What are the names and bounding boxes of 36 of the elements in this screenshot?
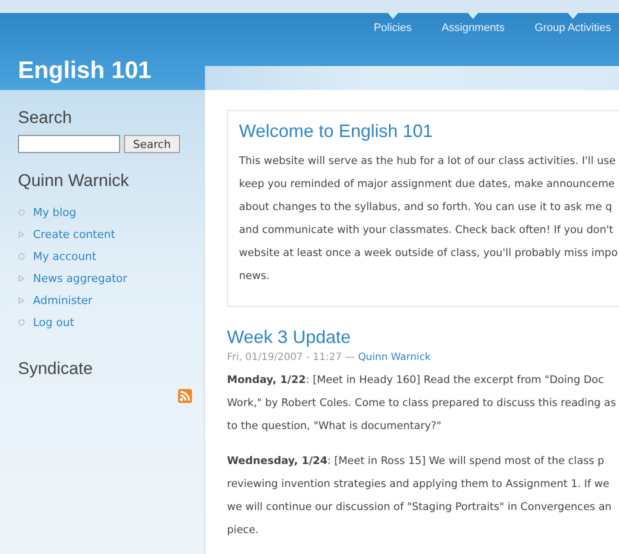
text-line: piece. — [227, 523, 260, 538]
caret-icon — [568, 13, 578, 20]
text-line: keep you reminded of major assignment due dates, make announceme — [239, 177, 616, 192]
nav-link[interactable]: Policies — [374, 13, 412, 36]
text-line: reviewing invention strategies and applying them to Assignment 1. If we — [227, 477, 610, 492]
text-line: and communicate with your classmates. Check back often! If you don't — [239, 223, 614, 238]
block-heading: Quinn Warnick — [18, 171, 130, 191]
menu-link[interactable]: News aggregator — [33, 272, 128, 284]
text-line: about changes to the syllabus, and so forth. You can use it to ask me q — [239, 200, 613, 215]
welcome-title: Welcome to English 101 — [239, 121, 434, 142]
caret-icon — [388, 13, 398, 20]
text-line: to the question, "What is documentary?" — [227, 419, 442, 434]
text-line: website at least once a week outside of class, you'll probably miss impo — [239, 246, 619, 261]
block-heading: Syndicate — [18, 359, 94, 379]
rss-feed-icon[interactable] — [178, 389, 192, 403]
block-heading: Search — [18, 108, 73, 128]
text-line: Work," by Robert Coles. Come to class prepared to discuss this reading as — [227, 396, 617, 411]
site-title: English 101 — [18, 57, 152, 86]
menu-link[interactable]: Create content — [33, 228, 116, 240]
caret-icon — [468, 13, 478, 20]
author-link[interactable]: Quinn Warnick — [358, 352, 431, 363]
text-line: Wednesday, 1/24: [Meet in Ross 15] We will spend most of the class p — [227, 454, 606, 469]
text-line: news. — [239, 269, 271, 284]
nav-link[interactable]: Group Activities — [534, 13, 611, 36]
text-line: This website will serve as the hub for a lot of our class activities. I'll use — [239, 154, 617, 169]
text-line: we will continue our discussion of "Staging Portraits" in Convergences an — [227, 500, 613, 515]
post-date: Fri, 01/19/2007 - 11:27 — — [227, 352, 355, 363]
menu-link[interactable]: My blog — [33, 206, 76, 218]
menu-link[interactable]: My account — [33, 250, 96, 262]
post-title[interactable]: Week 3 Update — [227, 327, 619, 348]
menu-link[interactable]: Log out — [33, 316, 74, 328]
text-line: Monday, 1/22: [Meet in Heady 160] Read the excerpt from "Doing Doc — [227, 373, 605, 388]
search-button[interactable]: Search — [124, 135, 180, 153]
nav-link[interactable]: Assignments — [442, 13, 505, 36]
search-field[interactable] — [18, 135, 120, 153]
menu-link[interactable]: Administer — [33, 294, 92, 306]
